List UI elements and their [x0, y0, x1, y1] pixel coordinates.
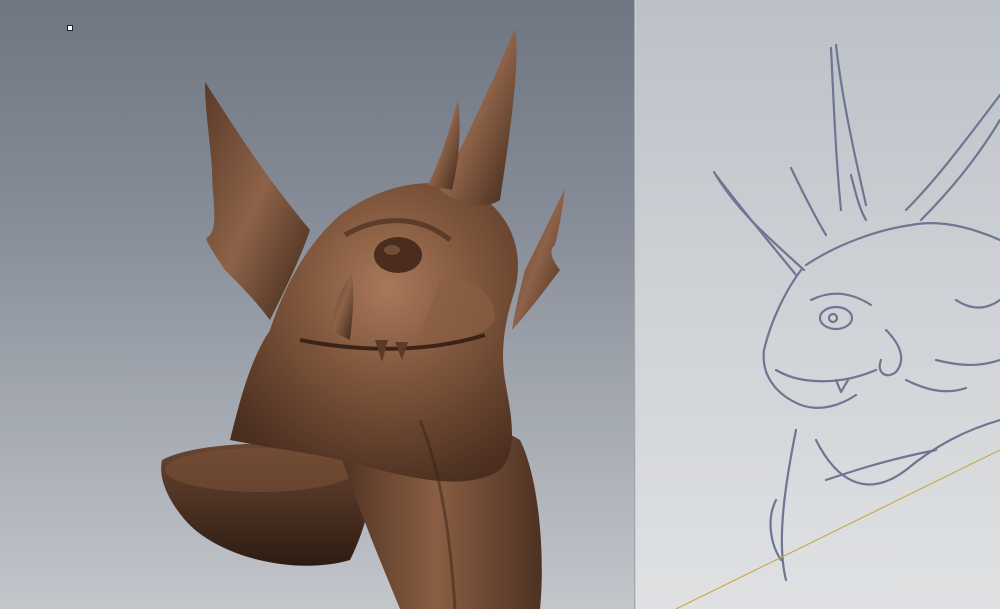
small-horn — [428, 100, 460, 190]
3d-viewport[interactable] — [0, 0, 636, 609]
dragon-eye — [374, 237, 422, 273]
sculpt-app — [0, 0, 1000, 609]
reference-panel — [636, 0, 1000, 609]
dragon-sculpt — [161, 28, 565, 609]
dragon-sketch — [675, 43, 1000, 609]
transform-handle-icon[interactable] — [67, 25, 73, 31]
right-wing — [512, 188, 565, 330]
guide-line — [675, 449, 1000, 609]
